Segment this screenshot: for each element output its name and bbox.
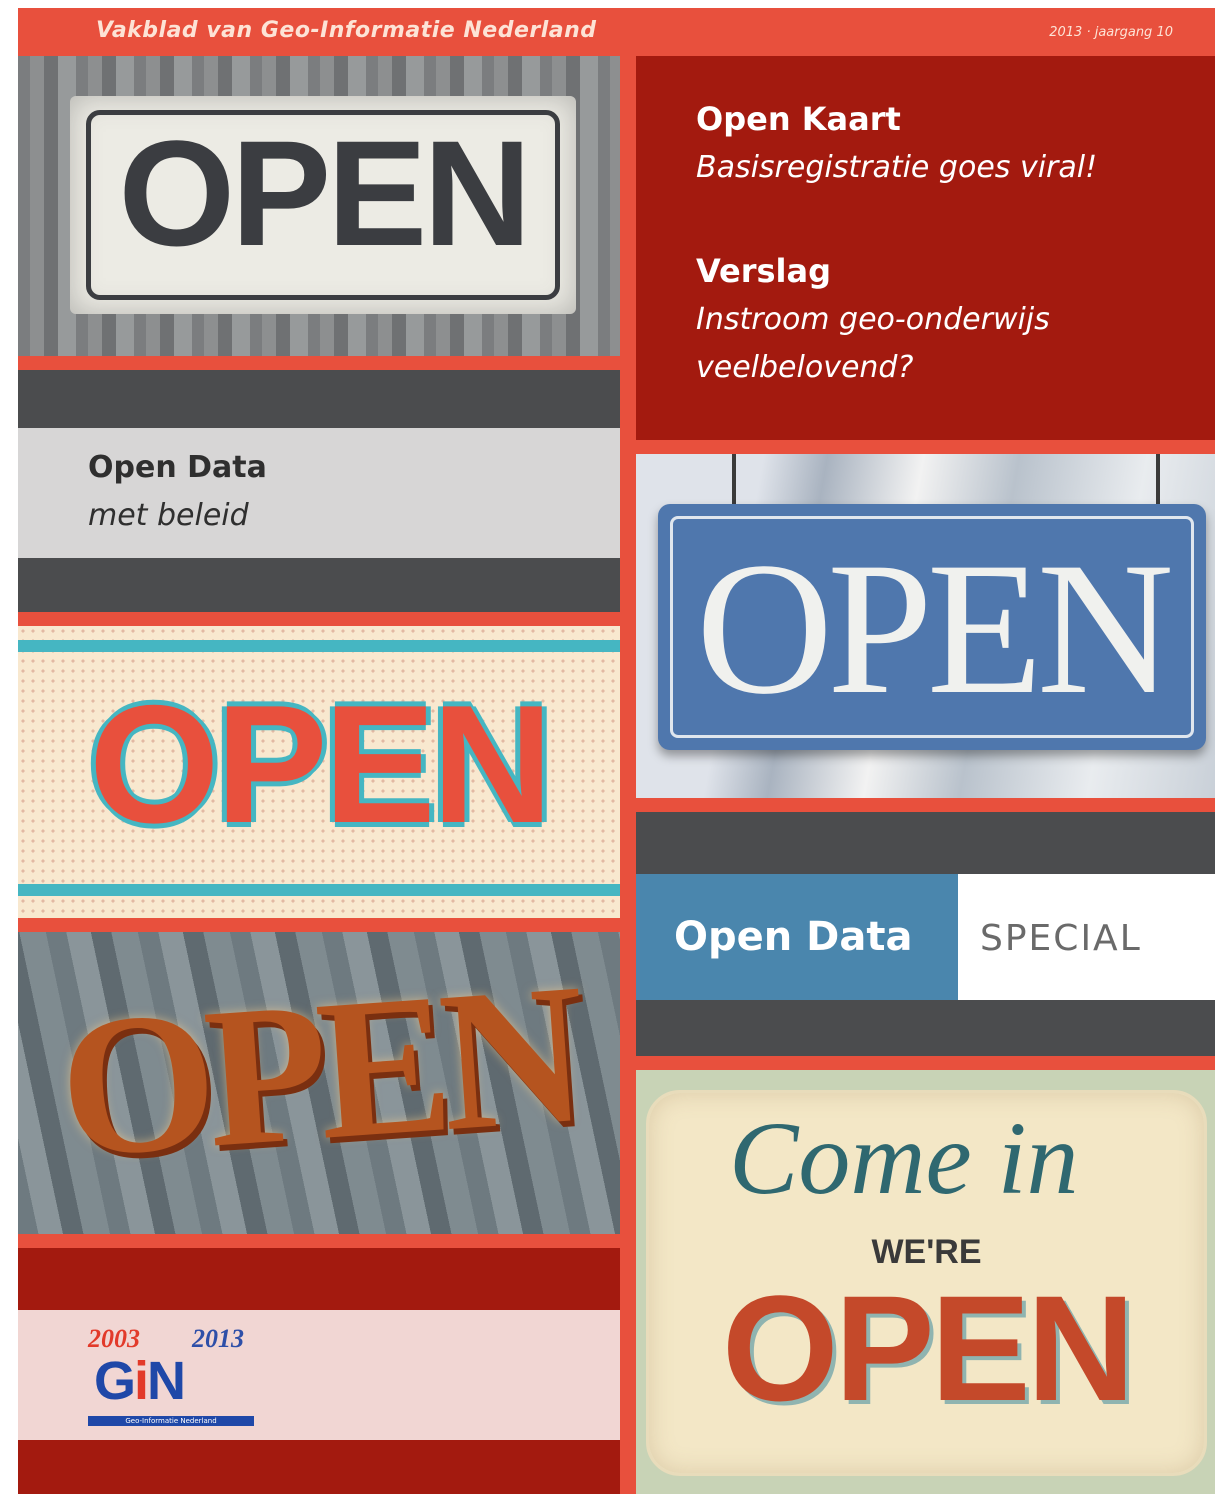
special-tag: SPECIAL: [980, 918, 1142, 959]
divider-strip: [636, 798, 1215, 812]
retro-teal-stripe: [18, 640, 620, 652]
logo-year-end: 2013: [192, 1324, 244, 1353]
logo-block: 2003 2013 GiN Geo-Informatie Nederland: [18, 1310, 620, 1440]
issue-info: 2013 · jaargang 10: [1049, 25, 1173, 40]
blue-sign-text: OPEN: [695, 524, 1174, 734]
toc-item2-subtitle-line2: veelbelovend?: [696, 350, 914, 385]
dark-band: [636, 812, 1215, 874]
retro-sign-text: OPEN: [88, 670, 553, 858]
logo-year-start: 2003: [88, 1324, 140, 1353]
special-banner: Open Data SPECIAL: [636, 874, 1215, 1000]
toc-item1-subtitle: Basisregistratie goes viral!: [696, 150, 1098, 185]
divider-strip: [18, 1234, 620, 1248]
feature-block: Open Data met beleid: [18, 428, 620, 558]
retro-open-sign-photo: OPEN: [18, 626, 620, 918]
table-of-contents: Open Kaart Basisregistratie goes viral! …: [636, 56, 1215, 440]
wood-sign-text: OPEN: [118, 109, 531, 277]
come-in-sign-board: Come in WE'RE OPEN: [646, 1090, 1207, 1476]
logo-mark-i: i: [134, 1351, 149, 1411]
marquee-open-sign-photo: OPEN: [18, 932, 620, 1234]
toc-item1-title: Open Kaart: [696, 100, 901, 138]
special-tag-box: SPECIAL: [958, 874, 1215, 1000]
magazine-cover: Vakblad van Geo-Informatie Nederland 201…: [18, 8, 1215, 1494]
come-in-script-text: Come in: [729, 1101, 1079, 1216]
marquee-sign-text: OPEN: [53, 943, 583, 1200]
dark-red-band: [18, 1248, 620, 1310]
toc-item2-title: Verslag: [696, 252, 832, 290]
dark-red-band: [18, 1440, 620, 1494]
wood-sign-board: OPEN: [70, 96, 576, 314]
come-in-open-text: OPEN: [721, 1264, 1135, 1432]
divider-strip: [18, 356, 620, 370]
special-label-box: Open Data: [636, 874, 958, 1000]
dark-band: [636, 1000, 1215, 1056]
sign-wire: [1156, 454, 1160, 510]
special-label: Open Data: [674, 914, 913, 960]
gin-logo: 2003 2013 GiN Geo-Informatie Nederland: [88, 1324, 258, 1428]
come-in-sign-photo: Come in WE'RE OPEN: [636, 1070, 1215, 1494]
masthead-bar: Vakblad van Geo-Informatie Nederland 201…: [18, 8, 1215, 56]
wood-open-sign-photo: OPEN: [18, 56, 620, 356]
feature-subtitle: met beleid: [88, 498, 249, 533]
blue-sign-board: OPEN: [658, 504, 1206, 750]
logo-mark: GiN: [94, 1351, 186, 1411]
logo-mark-n: N: [147, 1351, 186, 1411]
toc-item2-subtitle-line1: Instroom geo-onderwijs: [696, 302, 1050, 337]
masthead-title: Vakblad van Geo-Informatie Nederland: [96, 18, 597, 43]
blue-open-sign-photo: OPEN: [636, 454, 1215, 798]
dark-band: [18, 558, 620, 612]
feature-title: Open Data: [88, 450, 267, 485]
retro-teal-stripe: [18, 884, 620, 896]
logo-mark-g: G: [94, 1351, 136, 1411]
logo-tagline: Geo-Informatie Nederland: [88, 1416, 254, 1426]
sign-wire: [732, 454, 736, 510]
dark-band: [18, 370, 620, 428]
